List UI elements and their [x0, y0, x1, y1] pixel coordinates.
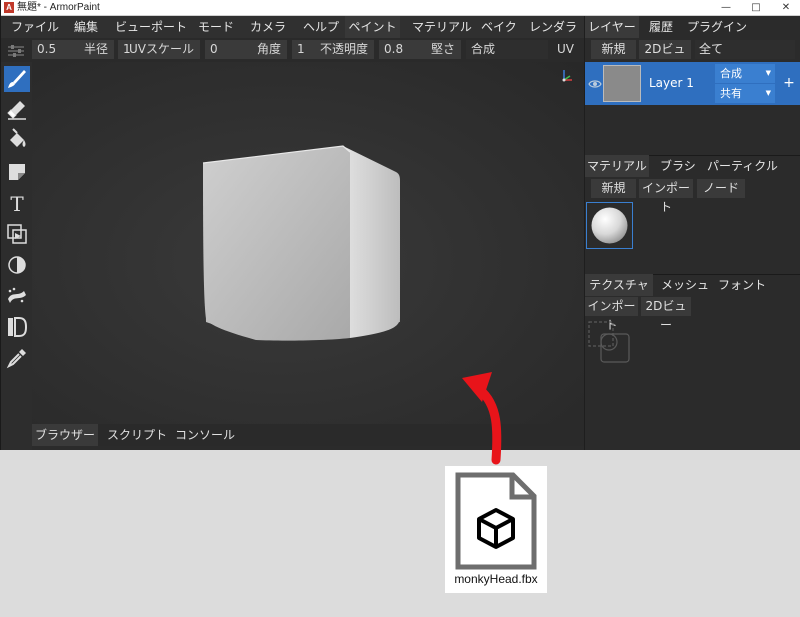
tab-particles[interactable]: パーティクル	[707, 155, 778, 177]
layer-2d-view-button[interactable]: 2Dビュー	[639, 40, 691, 75]
tab-textures[interactable]: テクスチャ	[585, 274, 653, 296]
tab-console[interactable]: コンソール	[175, 424, 235, 446]
new-material-button[interactable]: 新規	[591, 179, 636, 198]
angle-field[interactable]: 0 角度	[205, 40, 287, 59]
uv-scale-label: UVスケール	[129, 42, 194, 56]
material-panel-tabs: マテリアル ブラシ パーティクル	[585, 155, 800, 177]
minimize-icon[interactable]: —	[711, 0, 741, 15]
opacity-field[interactable]: 1 不透明度	[292, 40, 374, 59]
menu-bake[interactable]: ベイク	[481, 16, 517, 38]
blend-select[interactable]: 合成	[466, 40, 548, 59]
hardness-label: 堅さ	[430, 42, 455, 56]
layer-thumbnail[interactable]	[603, 65, 641, 102]
material-sphere-icon	[591, 207, 628, 244]
layer-blend-value: 合成	[720, 67, 742, 80]
tool-options-bar: 0.5 半径 1 UVスケール 0 角度 1 不透明度 0.8 堅さ 合成 UV…	[1, 38, 584, 75]
text-icon[interactable]: T	[4, 190, 30, 216]
tab-plugins[interactable]: プラグイン	[687, 16, 747, 38]
layer-blend-select[interactable]: 合成 ▼	[715, 64, 775, 83]
layer-share-value: 共有	[720, 87, 742, 100]
svg-text:T: T	[10, 192, 24, 216]
eye-icon[interactable]	[588, 76, 602, 90]
eraser-icon[interactable]	[4, 97, 30, 123]
layer-share-select[interactable]: 共有 ▼	[715, 84, 775, 103]
chevron-down-icon: ▼	[765, 69, 771, 77]
chevron-down-icon: ▼	[765, 89, 771, 97]
app-icon: A	[4, 2, 14, 13]
texture-panel-tabs: テクスチャ メッシュ フォント	[585, 274, 800, 296]
fbx-file-item[interactable]: monkyHead.fbx	[445, 466, 547, 593]
file-name-label: monkyHead.fbx	[454, 572, 538, 586]
drag-arrow-icon	[462, 372, 502, 465]
texture-2d-view-button[interactable]: 2Dビュー	[641, 297, 691, 332]
clone-icon[interactable]	[4, 221, 30, 247]
blend-label: 合成	[471, 42, 496, 56]
uv-scale-field[interactable]: 1 UVスケール	[118, 40, 200, 59]
nodes-button[interactable]: ノード	[697, 179, 745, 198]
menu-edit[interactable]: 編集	[74, 16, 98, 38]
radius-value: 0.5	[37, 42, 57, 56]
hardness-field[interactable]: 0.8 堅さ	[379, 40, 461, 59]
right-panel: レイヤー 履歴 プラグイン 新規 2Dビュー 全て Layer 1 合成 ▼ 共…	[584, 16, 800, 450]
tab-meshes[interactable]: メッシュ	[661, 274, 709, 296]
menu-paint[interactable]: ペイント	[345, 16, 400, 38]
layer-filter-select[interactable]: 全て	[695, 40, 795, 59]
title-bar: A 無題* - ArmorPaint — □ ✕	[1, 0, 800, 16]
new-layer-button[interactable]: 新規	[591, 40, 636, 59]
menu-bar: ファイル 編集 ビューポート モード カメラ ヘルプ ペイント マテリアル ベイ…	[1, 16, 584, 56]
angle-value: 0	[210, 42, 218, 56]
window-title: 無題* - ArmorPaint	[17, 2, 100, 13]
menu-viewport[interactable]: ビューポート	[115, 16, 187, 38]
file-document-icon	[455, 472, 537, 570]
decal-icon[interactable]	[4, 159, 30, 185]
menu-file[interactable]: ファイル	[11, 16, 59, 38]
color-picker-icon[interactable]	[4, 345, 30, 371]
tab-layers[interactable]: レイヤー	[585, 16, 639, 38]
armorpaint-window: A 無題* - ArmorPaint — □ ✕ ファイル 編集 ビューポート …	[0, 0, 800, 450]
tab-script[interactable]: スクリプト	[107, 424, 167, 446]
radius-field[interactable]: 0.5 半径	[32, 40, 114, 59]
tab-brushes[interactable]: ブラシ	[660, 155, 696, 177]
maximize-icon[interactable]: □	[741, 0, 771, 15]
particle-icon[interactable]	[4, 283, 30, 309]
menu-help[interactable]: ヘルプ	[303, 16, 339, 38]
layer-row[interactable]: Layer 1 合成 ▼ 共有 ▼ +	[585, 62, 800, 105]
opacity-label: 不透明度	[319, 42, 368, 56]
opacity-value: 1	[297, 42, 305, 56]
tab-materials[interactable]: マテリアル	[585, 155, 649, 177]
import-material-button[interactable]: インポート	[639, 179, 693, 214]
fill-bucket-icon[interactable]	[4, 128, 30, 154]
axis-gizmo-icon[interactable]	[560, 68, 574, 86]
close-icon[interactable]: ✕	[771, 0, 800, 15]
hardness-value: 0.8	[384, 42, 404, 56]
menu-mode[interactable]: モード	[198, 16, 234, 38]
layer-name[interactable]: Layer 1	[649, 74, 694, 92]
menu-material[interactable]: マテリアル	[412, 16, 472, 38]
sliders-icon[interactable]	[7, 43, 25, 57]
menu-renderer[interactable]: レンダラー	[529, 16, 584, 56]
brush-icon[interactable]	[4, 66, 30, 92]
uv-map-label[interactable]: UVマ	[557, 40, 584, 75]
empty-texture-icon	[587, 320, 631, 364]
tab-history[interactable]: 履歴	[649, 16, 673, 38]
add-layer-button[interactable]: +	[782, 73, 796, 93]
material-slot[interactable]	[586, 202, 633, 249]
tab-browser[interactable]: ブラウザー	[32, 424, 98, 446]
bake-icon[interactable]	[4, 314, 30, 340]
menu-camera[interactable]: カメラ	[250, 16, 286, 38]
tab-fonts[interactable]: フォント	[718, 274, 766, 296]
tool-sidebar: T	[1, 62, 32, 450]
layer-panel-tabs: レイヤー 履歴 プラグイン	[585, 16, 800, 38]
blur-icon[interactable]	[4, 252, 30, 278]
angle-label: 角度	[256, 42, 281, 56]
import-texture-button[interactable]: インポート	[585, 297, 638, 332]
radius-label: 半径	[83, 42, 108, 56]
